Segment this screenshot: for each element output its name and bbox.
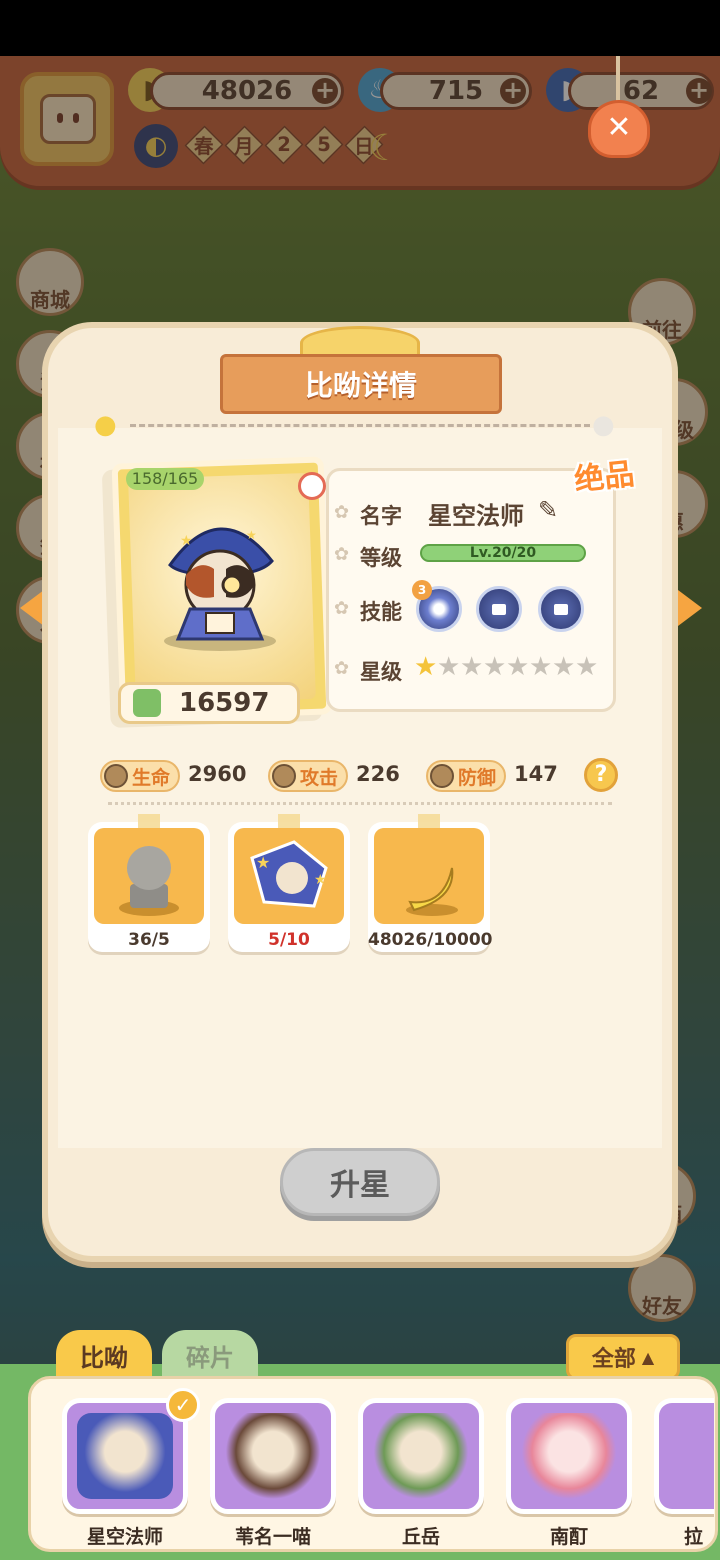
roster-hero-card[interactable] — [506, 1398, 632, 1514]
paw-icon: ✿ — [334, 598, 350, 619]
defense-icon — [430, 764, 454, 788]
quality-text: 绝品 — [572, 456, 637, 499]
roster-hero-name: 丘岳 — [401, 1526, 440, 1548]
divider — [130, 424, 590, 427]
attack-icon — [272, 764, 296, 788]
skill-label: 技能 — [360, 600, 402, 624]
material-banana[interactable]: 48026/10000 — [368, 814, 493, 952]
upgrade-star-label: 升星 — [330, 1168, 390, 1203]
edit-pencil-icon[interactable]: ✎ — [538, 496, 558, 524]
crossed-swords-icon — [133, 689, 161, 717]
quality-badge: 绝品 — [572, 449, 636, 499]
star-wizard-portrait: ★ ★ — [164, 527, 276, 651]
star-empty-icon: ★ — [529, 652, 553, 682]
stone-statue-icon — [119, 846, 179, 916]
tab-heroes-label: 比呦 — [80, 1343, 128, 1372]
roster-hero-card[interactable] — [654, 1398, 714, 1514]
hp-icon — [104, 764, 128, 788]
panel-title-text: 比呦详情 — [304, 369, 417, 402]
material-stone-statue[interactable]: 36/5 — [88, 814, 210, 952]
banana-icon — [406, 867, 458, 916]
roster-hero-name: 南酊 — [549, 1526, 588, 1548]
filter-label: 全部 — [591, 1347, 636, 1372]
roster-hero-name: 拉 — [684, 1526, 704, 1548]
roster-hero-name: 星空法师 — [86, 1526, 163, 1548]
defense-stat-pill: 防御 — [426, 760, 507, 792]
star-filled-icon: ★ — [414, 652, 438, 682]
roster-tabs: 比呦 碎片 — [56, 1330, 258, 1380]
hero-name: 星空法师 — [428, 502, 524, 530]
roster-hero-card[interactable] — [210, 1398, 336, 1514]
combat-power-bar: 16597 — [118, 682, 300, 724]
star-empty-icon: ★ — [552, 652, 576, 682]
help-text: ? — [594, 762, 608, 787]
paw-icon: ✿ — [334, 502, 350, 523]
material-count: 36/5 — [128, 930, 170, 950]
svg-text:★: ★ — [314, 872, 327, 888]
filter-dropdown[interactable]: 全部 ▲ — [566, 1334, 680, 1380]
skill-3-locked-icon[interactable] — [538, 586, 584, 632]
star-empty-icon: ★ — [506, 652, 530, 682]
hp-stat-pill: 生命 — [100, 760, 181, 792]
paw-icon: ✿ — [334, 544, 350, 565]
defense-value: 147 — [514, 762, 558, 786]
material-count: 5/10 — [268, 930, 310, 950]
attack-value: 226 — [356, 762, 400, 786]
divider — [108, 802, 612, 805]
level-progress-bar: Lv.20/20 — [420, 544, 586, 562]
tab-fragments[interactable]: 碎片 — [162, 1330, 258, 1380]
star-empty-icon: ★ — [575, 652, 599, 682]
attack-label: 攻击 — [300, 766, 339, 789]
caret-up-icon: ▲ — [641, 1347, 655, 1367]
roster-hero-name: 苇名一喵 — [234, 1526, 311, 1548]
paw-icon: ✿ — [334, 658, 350, 679]
material-hero-fragment[interactable]: ★ ★ 5/10 — [228, 814, 350, 952]
help-icon[interactable]: ? — [584, 758, 618, 792]
chick-icon: ● — [94, 410, 117, 440]
star-empty-icon: ★ — [460, 652, 484, 682]
close-icon[interactable]: ✕ — [588, 100, 650, 158]
attack-stat-pill: 攻击 — [268, 760, 349, 792]
hero-progress-text: 158/165 — [131, 469, 199, 488]
svg-text:★: ★ — [246, 528, 257, 542]
upgrade-star-button[interactable]: 升星 — [280, 1148, 440, 1216]
svg-text:★: ★ — [180, 533, 193, 549]
material-count: 48026/10000 — [368, 930, 493, 950]
skill-level-text: 3 — [417, 583, 427, 597]
combat-power-value: 16597 — [179, 688, 270, 718]
svg-text:★: ★ — [256, 853, 270, 872]
star-wizard-fragment-icon: ★★ — [250, 840, 328, 908]
tab-heroes[interactable]: 比呦 — [56, 1330, 152, 1380]
selected-check-icon: ✓ — [166, 1388, 200, 1422]
skill-level-badge: 3 — [412, 580, 432, 600]
hp-label: 生命 — [132, 766, 171, 789]
skill-2-locked-icon[interactable] — [476, 586, 522, 632]
star-label: 星级 — [360, 660, 402, 684]
star-empty-icon: ★ — [483, 652, 507, 682]
roster-hero-card[interactable] — [358, 1398, 484, 1514]
defense-label: 防御 — [458, 766, 497, 789]
level-value: Lv.20/20 — [469, 545, 537, 561]
tab-fragments-label: 碎片 — [186, 1343, 234, 1372]
level-label: 等级 — [360, 546, 402, 570]
star-empty-icon: ★ — [437, 652, 461, 682]
hp-value: 2960 — [188, 762, 247, 786]
hero-progress-badge: 158/165 — [126, 468, 204, 490]
close-string — [616, 56, 620, 106]
panel-title: 比呦详情 — [220, 354, 502, 414]
cat-head-icon: ● — [592, 410, 615, 440]
name-label: 名字 — [360, 504, 402, 528]
magnify-icon[interactable] — [298, 472, 326, 500]
